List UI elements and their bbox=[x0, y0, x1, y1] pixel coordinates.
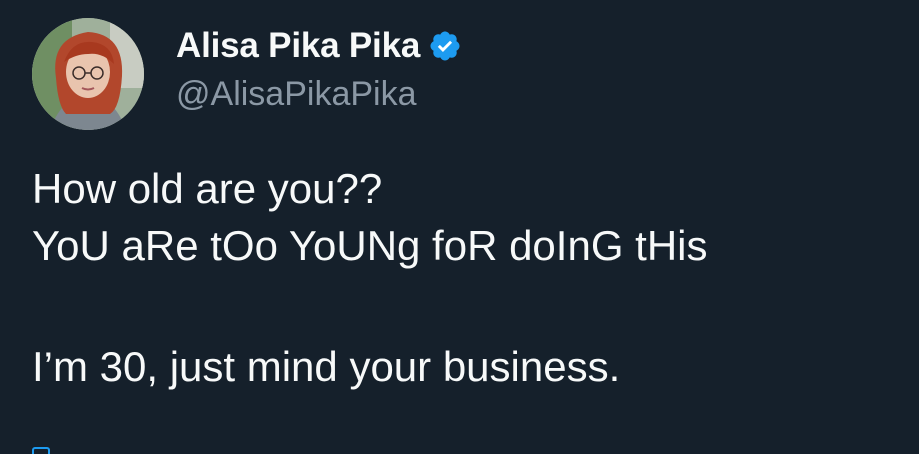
tweet-card: Alisa Pika Pika @AlisaPikaPika How old a… bbox=[0, 0, 919, 454]
media-preview-edge[interactable] bbox=[32, 447, 50, 454]
tweet-line: I’m 30, just mind your business. bbox=[32, 343, 621, 390]
author-name-row: Alisa Pika Pika bbox=[176, 22, 462, 70]
verified-badge-icon[interactable] bbox=[428, 29, 462, 63]
tweet-line: How old are you?? bbox=[32, 165, 383, 212]
tweet-text: How old are you?? YoU aRe tOo YoUNg foR … bbox=[32, 160, 902, 395]
author-handle[interactable]: @AlisaPikaPika bbox=[176, 72, 417, 116]
tweet-line: YoU aRe tOo YoUNg foR doInG tHis bbox=[32, 222, 708, 269]
avatar-photo-icon bbox=[32, 18, 144, 130]
author-display-name[interactable]: Alisa Pika Pika bbox=[176, 26, 420, 66]
avatar[interactable] bbox=[32, 18, 144, 130]
